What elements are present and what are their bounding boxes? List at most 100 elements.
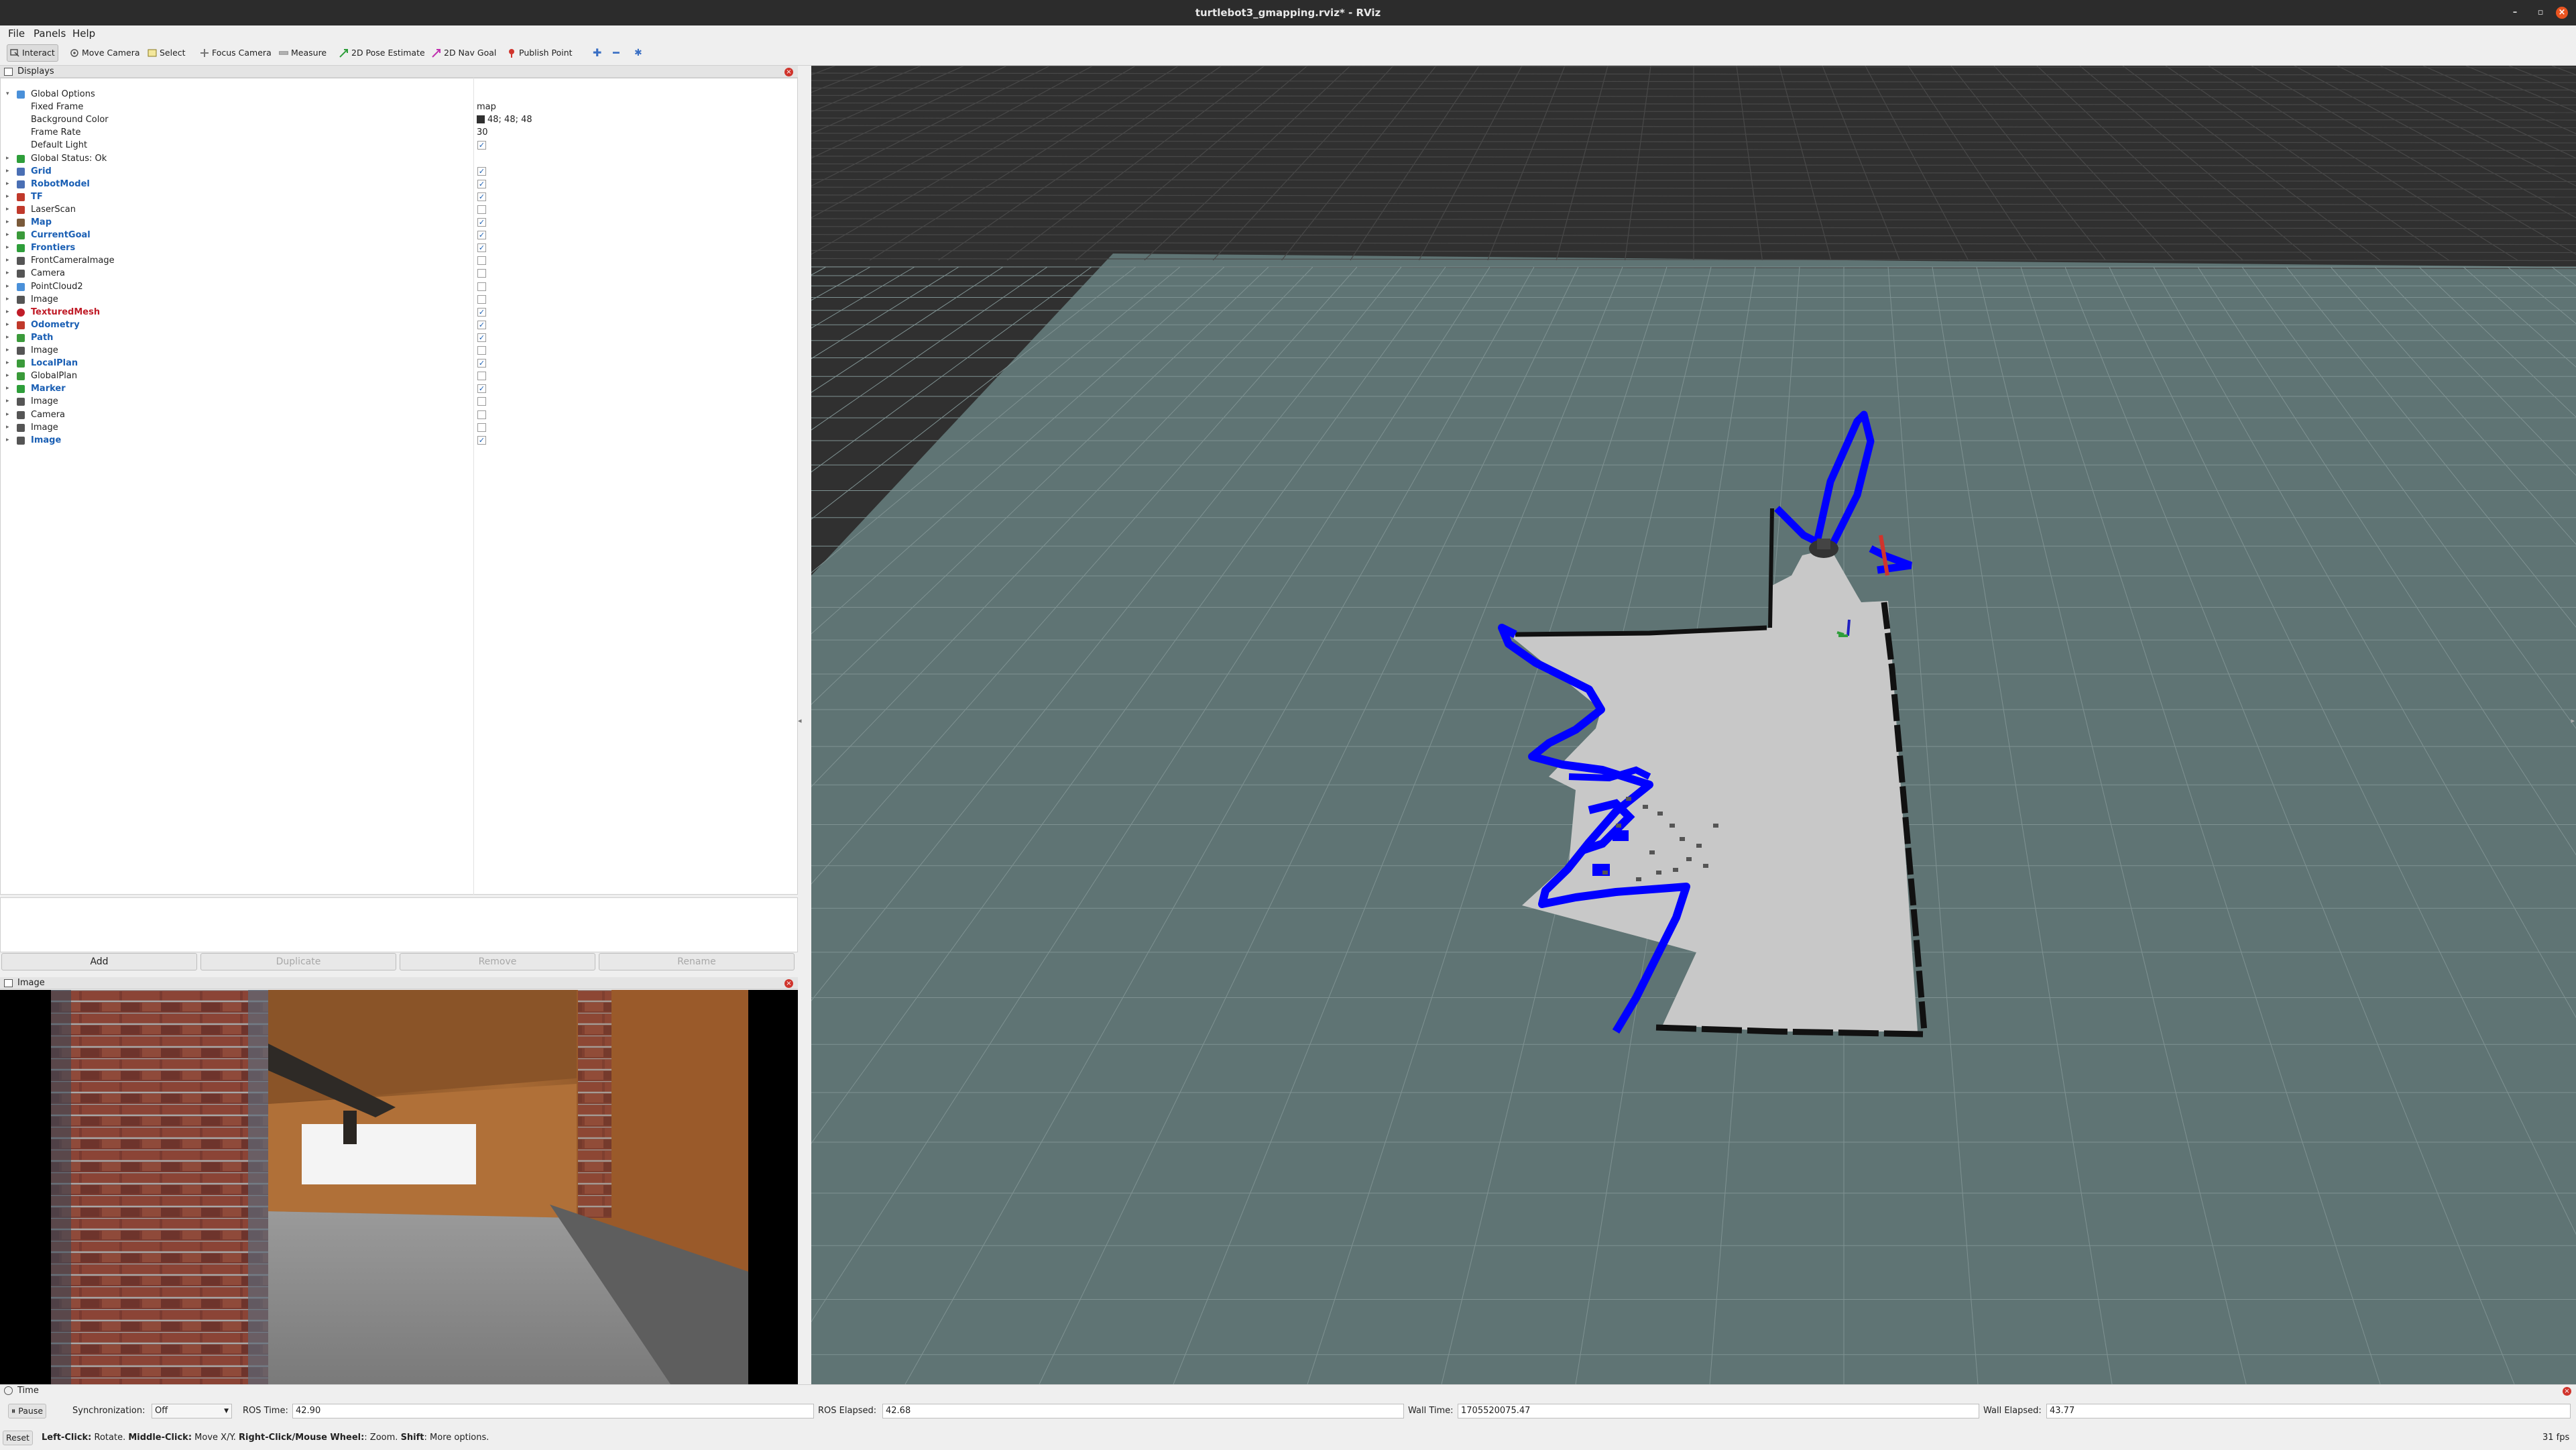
expand-closed-icon[interactable]: ▸ [6, 229, 9, 241]
display-row[interactable]: ▸ Global Status: Ok [1, 152, 797, 165]
enable-checkbox[interactable]: ✓ [477, 435, 486, 445]
display-row[interactable]: Default Light ✓ [1, 139, 797, 152]
publish-point-tool-button[interactable]: Publish Point [504, 44, 575, 62]
interact-tool-button[interactable]: Interact [7, 44, 58, 62]
enable-checkbox[interactable]: ✓ [477, 218, 486, 227]
display-row[interactable]: ▸ TF ✓ [1, 190, 797, 203]
display-row[interactable]: ▸ Image [1, 293, 797, 306]
display-row[interactable]: ▸ Camera [1, 408, 797, 421]
enable-checkbox[interactable] [477, 423, 486, 432]
display-row[interactable]: ▸ Image [1, 344, 797, 357]
expand-closed-icon[interactable]: ▸ [6, 319, 9, 331]
remove-tool-button[interactable]: ━ [610, 44, 622, 62]
display-row[interactable]: ▸ Image [1, 421, 797, 434]
focus-camera-tool-button[interactable]: Focus Camera [197, 44, 274, 62]
expand-closed-icon[interactable]: ▸ [6, 306, 9, 319]
display-row[interactable]: ▸ Image ✓ [1, 434, 797, 447]
display-value[interactable]: 30 [477, 126, 488, 139]
enable-checkbox[interactable]: ✓ [477, 320, 486, 329]
reset-button[interactable]: Reset [3, 1431, 33, 1445]
expand-closed-icon[interactable]: ▸ [6, 421, 9, 434]
display-row[interactable]: ▸ GlobalPlan [1, 370, 797, 382]
expand-closed-icon[interactable]: ▸ [6, 267, 9, 280]
expand-closed-icon[interactable]: ▸ [6, 152, 9, 165]
expand-closed-icon[interactable]: ▸ [6, 241, 9, 254]
pause-button[interactable]: ⏸ Pause [8, 1404, 47, 1418]
tool-properties-button[interactable]: ✱ [632, 44, 645, 62]
expand-closed-icon[interactable]: ▸ [6, 254, 9, 267]
expand-closed-icon[interactable]: ▸ [6, 331, 9, 344]
close-icon[interactable]: × [2556, 7, 2568, 19]
close-icon[interactable]: × [784, 68, 793, 76]
close-icon[interactable]: × [784, 979, 793, 988]
enable-checkbox[interactable]: ✓ [477, 231, 486, 240]
expand-closed-icon[interactable]: ▸ [6, 357, 9, 370]
expand-closed-icon[interactable]: ▸ [6, 280, 9, 293]
expand-closed-icon[interactable]: ▸ [6, 203, 9, 216]
enable-checkbox[interactable]: ✓ [477, 166, 486, 176]
sync-dropdown[interactable]: Off ▼ [152, 1404, 232, 1418]
expand-closed-icon[interactable]: ▸ [6, 382, 9, 395]
expand-closed-icon[interactable]: ▸ [6, 395, 9, 408]
menu-help[interactable]: Help [72, 27, 95, 40]
enable-checkbox[interactable] [477, 372, 486, 381]
expand-closed-icon[interactable]: ▸ [6, 178, 9, 190]
maximize-icon[interactable]: ▫ [2534, 7, 2546, 19]
display-row[interactable]: ▾ Global Options [1, 88, 797, 101]
display-row[interactable]: ▸ LaserScan [1, 203, 797, 216]
wall-time-field[interactable]: 1705520075.47 [1458, 1404, 1979, 1418]
display-row[interactable]: ▸ Marker ✓ [1, 382, 797, 395]
expand-closed-icon[interactable]: ▸ [6, 293, 9, 306]
display-row[interactable]: ▸ RobotModel ✓ [1, 178, 797, 190]
menu-panels[interactable]: Panels [34, 27, 66, 40]
expand-closed-icon[interactable]: ▸ [6, 165, 9, 178]
add-tool-button[interactable]: ✚ [590, 44, 604, 62]
measure-tool-button[interactable]: Measure [276, 44, 329, 62]
display-row[interactable]: ▸ Path ✓ [1, 331, 797, 344]
expand-closed-icon[interactable]: ▸ [6, 408, 9, 421]
display-row[interactable]: ▸ TexturedMesh ✓ [1, 306, 797, 319]
remove-button[interactable]: Remove [400, 953, 595, 970]
display-row[interactable]: ▸ FrontCameraImage [1, 254, 797, 267]
select-tool-button[interactable]: Select [145, 44, 188, 62]
collapse-left-icon[interactable]: ◂ [798, 716, 802, 725]
display-row[interactable]: ▸ LocalPlan ✓ [1, 357, 797, 370]
add-button[interactable]: Add [1, 953, 197, 970]
expand-closed-icon[interactable]: ▸ [6, 190, 9, 203]
expand-closed-icon[interactable]: ▸ [6, 344, 9, 357]
enable-checkbox[interactable]: ✓ [477, 243, 486, 253]
expand-closed-icon[interactable]: ▸ [6, 370, 9, 382]
display-row[interactable]: ▸ Map ✓ [1, 216, 797, 229]
enable-checkbox[interactable]: ✓ [477, 384, 486, 394]
display-row[interactable]: ▸ Odometry ✓ [1, 319, 797, 331]
enable-checkbox[interactable]: ✓ [477, 192, 486, 201]
display-row[interactable]: ▸ Grid ✓ [1, 165, 797, 178]
ros-time-field[interactable]: 42.90 [292, 1404, 814, 1418]
enable-checkbox[interactable]: ✓ [477, 307, 486, 317]
enable-checkbox[interactable]: ✓ [477, 359, 486, 368]
enable-checkbox[interactable]: ✓ [477, 333, 486, 342]
display-row[interactable]: ▸ Frontiers ✓ [1, 241, 797, 254]
ros-elapsed-field[interactable]: 42.68 [882, 1404, 1404, 1418]
display-row[interactable]: Fixed Frame map [1, 101, 797, 113]
display-row[interactable]: ▸ Image [1, 395, 797, 408]
display-row[interactable]: ▸ Camera [1, 267, 797, 280]
minimize-icon[interactable]: – [2509, 7, 2521, 19]
display-value[interactable]: map [477, 101, 496, 113]
move-camera-tool-button[interactable]: Move Camera [67, 44, 143, 62]
enable-checkbox[interactable] [477, 397, 486, 406]
enable-checkbox[interactable]: ✓ [477, 141, 486, 150]
display-row[interactable]: ▸ CurrentGoal ✓ [1, 229, 797, 241]
display-row[interactable]: ▸ PointCloud2 [1, 280, 797, 293]
menu-file[interactable]: File [8, 27, 25, 40]
collapse-right-icon[interactable]: ▸ [2571, 716, 2575, 725]
expand-open-icon[interactable]: ▾ [6, 88, 9, 101]
enable-checkbox[interactable] [477, 205, 486, 214]
enable-checkbox[interactable] [477, 410, 486, 419]
expand-closed-icon[interactable]: ▸ [6, 434, 9, 447]
display-row[interactable]: Frame Rate 30 [1, 126, 797, 139]
expand-closed-icon[interactable]: ▸ [6, 216, 9, 229]
panel-splitter[interactable]: ◂ [798, 66, 811, 1384]
display-row[interactable]: Background Color 48; 48; 48 [1, 113, 797, 126]
nav-goal-tool-button[interactable]: 2D Nav Goal [429, 44, 499, 62]
